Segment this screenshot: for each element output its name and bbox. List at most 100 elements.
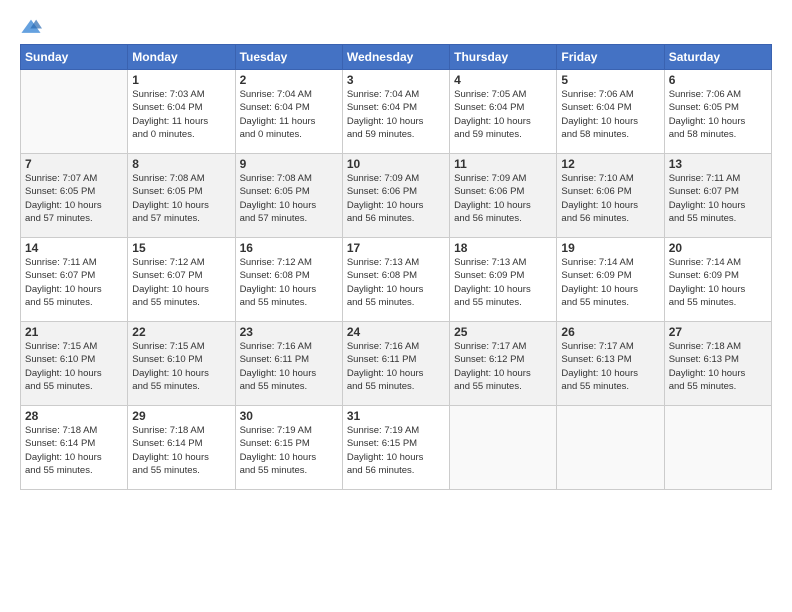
weekday-wednesday: Wednesday	[342, 45, 449, 70]
day-info: Sunrise: 7:19 AM Sunset: 6:15 PM Dayligh…	[347, 424, 445, 477]
day-info: Sunrise: 7:09 AM Sunset: 6:06 PM Dayligh…	[347, 172, 445, 225]
day-number: 18	[454, 241, 552, 255]
day-number: 20	[669, 241, 767, 255]
day-number: 10	[347, 157, 445, 171]
day-info: Sunrise: 7:07 AM Sunset: 6:05 PM Dayligh…	[25, 172, 123, 225]
week-row-5: 28Sunrise: 7:18 AM Sunset: 6:14 PM Dayli…	[21, 406, 772, 490]
day-info: Sunrise: 7:06 AM Sunset: 6:05 PM Dayligh…	[669, 88, 767, 141]
calendar-cell: 24Sunrise: 7:16 AM Sunset: 6:11 PM Dayli…	[342, 322, 449, 406]
page: SundayMondayTuesdayWednesdayThursdayFrid…	[0, 0, 792, 612]
calendar-cell: 17Sunrise: 7:13 AM Sunset: 6:08 PM Dayli…	[342, 238, 449, 322]
calendar-cell: 2Sunrise: 7:04 AM Sunset: 6:04 PM Daylig…	[235, 70, 342, 154]
week-row-3: 14Sunrise: 7:11 AM Sunset: 6:07 PM Dayli…	[21, 238, 772, 322]
calendar-cell: 3Sunrise: 7:04 AM Sunset: 6:04 PM Daylig…	[342, 70, 449, 154]
day-number: 31	[347, 409, 445, 423]
day-number: 12	[561, 157, 659, 171]
calendar-cell: 9Sunrise: 7:08 AM Sunset: 6:05 PM Daylig…	[235, 154, 342, 238]
day-number: 26	[561, 325, 659, 339]
day-info: Sunrise: 7:19 AM Sunset: 6:15 PM Dayligh…	[240, 424, 338, 477]
day-number: 27	[669, 325, 767, 339]
weekday-monday: Monday	[128, 45, 235, 70]
day-info: Sunrise: 7:08 AM Sunset: 6:05 PM Dayligh…	[132, 172, 230, 225]
day-number: 13	[669, 157, 767, 171]
calendar-cell: 1Sunrise: 7:03 AM Sunset: 6:04 PM Daylig…	[128, 70, 235, 154]
calendar-cell: 13Sunrise: 7:11 AM Sunset: 6:07 PM Dayli…	[664, 154, 771, 238]
calendar-cell: 5Sunrise: 7:06 AM Sunset: 6:04 PM Daylig…	[557, 70, 664, 154]
calendar-cell: 8Sunrise: 7:08 AM Sunset: 6:05 PM Daylig…	[128, 154, 235, 238]
week-row-4: 21Sunrise: 7:15 AM Sunset: 6:10 PM Dayli…	[21, 322, 772, 406]
calendar-table: SundayMondayTuesdayWednesdayThursdayFrid…	[20, 44, 772, 490]
calendar-cell: 6Sunrise: 7:06 AM Sunset: 6:05 PM Daylig…	[664, 70, 771, 154]
calendar-cell: 25Sunrise: 7:17 AM Sunset: 6:12 PM Dayli…	[450, 322, 557, 406]
day-number: 5	[561, 73, 659, 87]
day-info: Sunrise: 7:17 AM Sunset: 6:12 PM Dayligh…	[454, 340, 552, 393]
day-info: Sunrise: 7:09 AM Sunset: 6:06 PM Dayligh…	[454, 172, 552, 225]
weekday-saturday: Saturday	[664, 45, 771, 70]
day-info: Sunrise: 7:18 AM Sunset: 6:13 PM Dayligh…	[669, 340, 767, 393]
calendar-cell: 7Sunrise: 7:07 AM Sunset: 6:05 PM Daylig…	[21, 154, 128, 238]
day-info: Sunrise: 7:06 AM Sunset: 6:04 PM Dayligh…	[561, 88, 659, 141]
weekday-thursday: Thursday	[450, 45, 557, 70]
calendar-cell: 20Sunrise: 7:14 AM Sunset: 6:09 PM Dayli…	[664, 238, 771, 322]
day-number: 2	[240, 73, 338, 87]
calendar-cell	[450, 406, 557, 490]
day-info: Sunrise: 7:08 AM Sunset: 6:05 PM Dayligh…	[240, 172, 338, 225]
day-info: Sunrise: 7:14 AM Sunset: 6:09 PM Dayligh…	[561, 256, 659, 309]
day-number: 1	[132, 73, 230, 87]
day-number: 29	[132, 409, 230, 423]
day-info: Sunrise: 7:12 AM Sunset: 6:08 PM Dayligh…	[240, 256, 338, 309]
week-row-2: 7Sunrise: 7:07 AM Sunset: 6:05 PM Daylig…	[21, 154, 772, 238]
day-info: Sunrise: 7:16 AM Sunset: 6:11 PM Dayligh…	[347, 340, 445, 393]
day-info: Sunrise: 7:11 AM Sunset: 6:07 PM Dayligh…	[25, 256, 123, 309]
calendar-cell: 28Sunrise: 7:18 AM Sunset: 6:14 PM Dayli…	[21, 406, 128, 490]
day-info: Sunrise: 7:10 AM Sunset: 6:06 PM Dayligh…	[561, 172, 659, 225]
day-number: 30	[240, 409, 338, 423]
day-info: Sunrise: 7:18 AM Sunset: 6:14 PM Dayligh…	[25, 424, 123, 477]
day-info: Sunrise: 7:03 AM Sunset: 6:04 PM Dayligh…	[132, 88, 230, 141]
day-number: 17	[347, 241, 445, 255]
day-info: Sunrise: 7:15 AM Sunset: 6:10 PM Dayligh…	[25, 340, 123, 393]
day-number: 24	[347, 325, 445, 339]
day-number: 22	[132, 325, 230, 339]
calendar-cell: 22Sunrise: 7:15 AM Sunset: 6:10 PM Dayli…	[128, 322, 235, 406]
calendar-cell: 10Sunrise: 7:09 AM Sunset: 6:06 PM Dayli…	[342, 154, 449, 238]
calendar-cell: 31Sunrise: 7:19 AM Sunset: 6:15 PM Dayli…	[342, 406, 449, 490]
calendar-cell: 4Sunrise: 7:05 AM Sunset: 6:04 PM Daylig…	[450, 70, 557, 154]
calendar-cell: 14Sunrise: 7:11 AM Sunset: 6:07 PM Dayli…	[21, 238, 128, 322]
calendar-cell: 19Sunrise: 7:14 AM Sunset: 6:09 PM Dayli…	[557, 238, 664, 322]
calendar-cell: 18Sunrise: 7:13 AM Sunset: 6:09 PM Dayli…	[450, 238, 557, 322]
day-info: Sunrise: 7:04 AM Sunset: 6:04 PM Dayligh…	[240, 88, 338, 141]
day-number: 23	[240, 325, 338, 339]
day-number: 19	[561, 241, 659, 255]
day-info: Sunrise: 7:05 AM Sunset: 6:04 PM Dayligh…	[454, 88, 552, 141]
day-number: 16	[240, 241, 338, 255]
day-info: Sunrise: 7:18 AM Sunset: 6:14 PM Dayligh…	[132, 424, 230, 477]
calendar-cell	[557, 406, 664, 490]
day-info: Sunrise: 7:12 AM Sunset: 6:07 PM Dayligh…	[132, 256, 230, 309]
weekday-sunday: Sunday	[21, 45, 128, 70]
day-number: 15	[132, 241, 230, 255]
day-info: Sunrise: 7:13 AM Sunset: 6:09 PM Dayligh…	[454, 256, 552, 309]
calendar-cell: 30Sunrise: 7:19 AM Sunset: 6:15 PM Dayli…	[235, 406, 342, 490]
day-info: Sunrise: 7:04 AM Sunset: 6:04 PM Dayligh…	[347, 88, 445, 141]
week-row-1: 1Sunrise: 7:03 AM Sunset: 6:04 PM Daylig…	[21, 70, 772, 154]
logo	[20, 18, 46, 36]
calendar-cell: 23Sunrise: 7:16 AM Sunset: 6:11 PM Dayli…	[235, 322, 342, 406]
day-number: 28	[25, 409, 123, 423]
day-number: 4	[454, 73, 552, 87]
day-number: 25	[454, 325, 552, 339]
day-number: 11	[454, 157, 552, 171]
day-info: Sunrise: 7:16 AM Sunset: 6:11 PM Dayligh…	[240, 340, 338, 393]
header	[20, 18, 772, 36]
calendar-cell: 12Sunrise: 7:10 AM Sunset: 6:06 PM Dayli…	[557, 154, 664, 238]
day-number: 8	[132, 157, 230, 171]
day-number: 21	[25, 325, 123, 339]
day-number: 3	[347, 73, 445, 87]
calendar-cell: 16Sunrise: 7:12 AM Sunset: 6:08 PM Dayli…	[235, 238, 342, 322]
calendar-cell: 29Sunrise: 7:18 AM Sunset: 6:14 PM Dayli…	[128, 406, 235, 490]
weekday-friday: Friday	[557, 45, 664, 70]
day-info: Sunrise: 7:11 AM Sunset: 6:07 PM Dayligh…	[669, 172, 767, 225]
day-number: 6	[669, 73, 767, 87]
day-info: Sunrise: 7:14 AM Sunset: 6:09 PM Dayligh…	[669, 256, 767, 309]
calendar-cell: 26Sunrise: 7:17 AM Sunset: 6:13 PM Dayli…	[557, 322, 664, 406]
